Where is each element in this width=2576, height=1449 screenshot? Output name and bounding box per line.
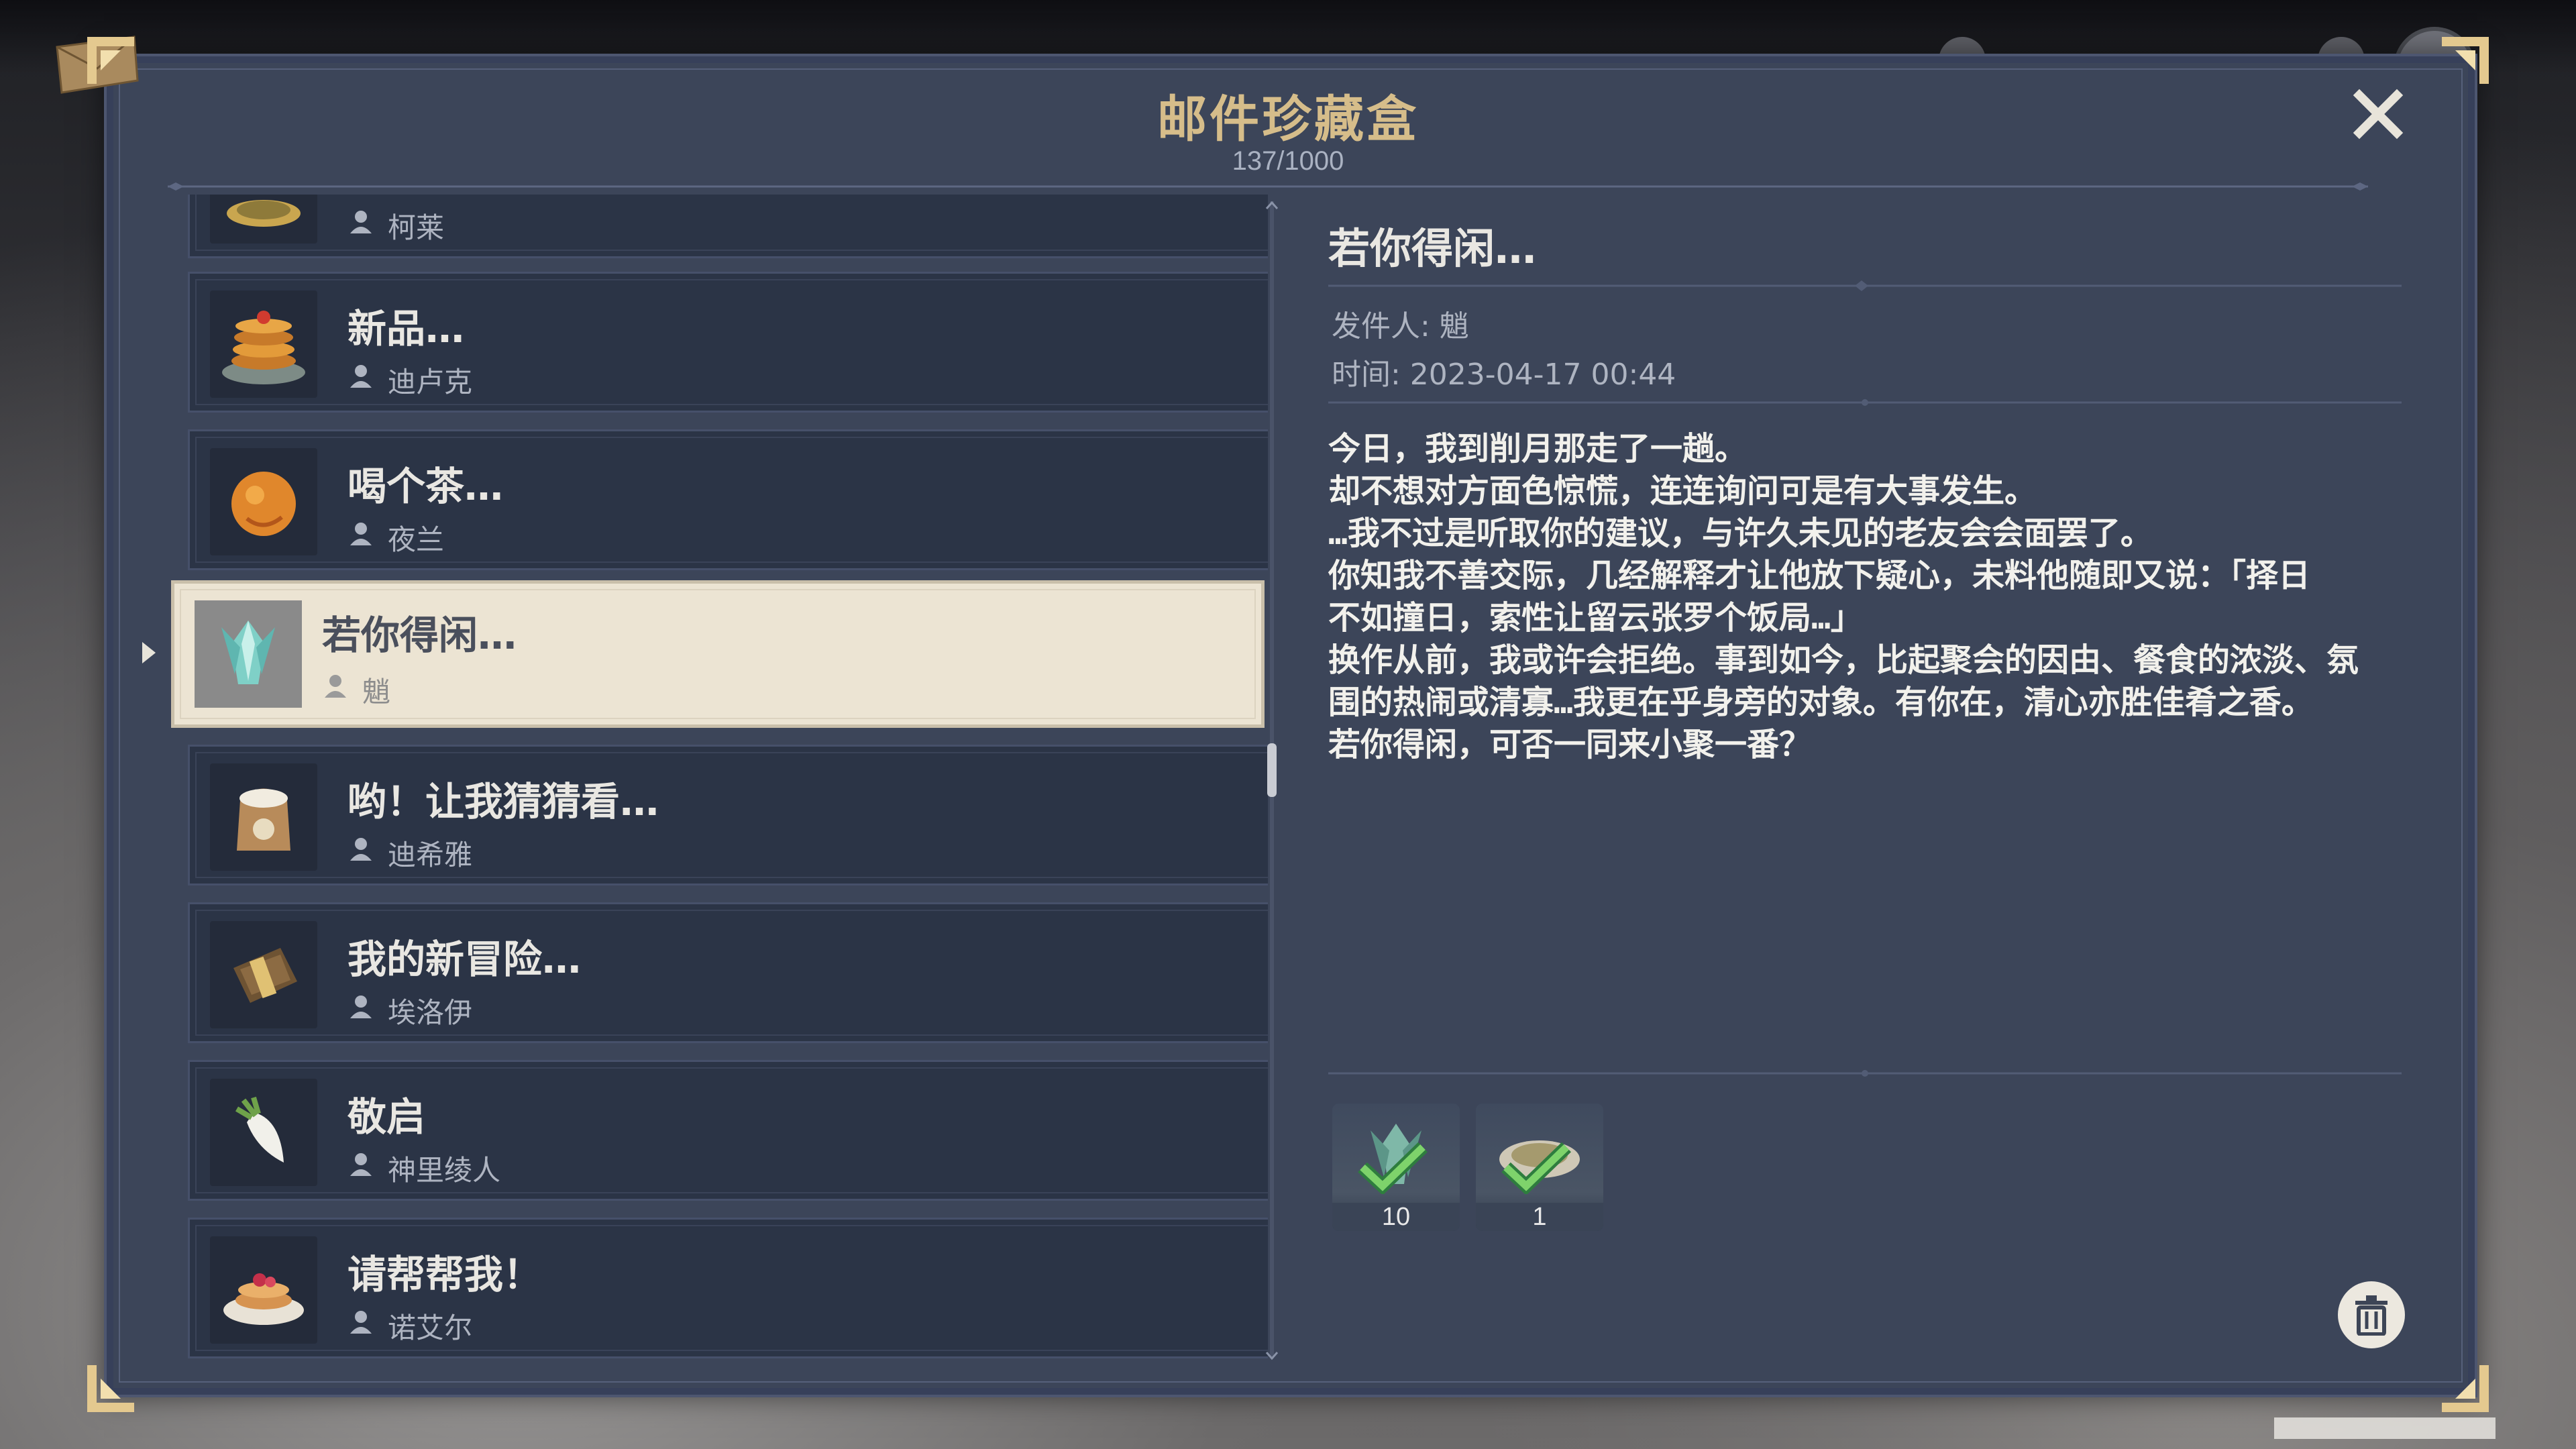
person-icon [350, 365, 372, 388]
corner-ornament [2442, 1365, 2489, 1412]
food-dish-icon [210, 195, 317, 244]
mail-subject: 我的新冒险… [347, 936, 582, 982]
mail-sender: 迪卢克 [388, 366, 473, 398]
selection-arrow-icon [142, 642, 156, 663]
close-button[interactable] [2351, 87, 2405, 141]
chevron-down-icon [1265, 1352, 1279, 1360]
mail-list-item[interactable]: 请帮帮我！ 诺艾尔 新 [188, 1218, 1268, 1358]
header-divider [168, 182, 2368, 191]
reward-quantity: 1 [1476, 1203, 1603, 1231]
window-title: 邮件珍藏盒 [1157, 91, 1419, 148]
mail-count: 137/1000 [1232, 146, 1344, 176]
claimed-check-icon [1358, 1142, 1428, 1194]
mail-list-item-selected[interactable]: 若你得闲… 魈 [171, 580, 1265, 728]
mail-sender: 魈 [362, 676, 391, 708]
reward-item[interactable]: 10 [1332, 1104, 1460, 1231]
detail-divider [1328, 1070, 2402, 1077]
mail-sender: 神里绫人 [388, 1154, 501, 1187]
flour-sack-icon [210, 763, 317, 871]
cake-plate-icon [210, 1236, 317, 1344]
mail-list[interactable]: 柯莱 新品… 迪卢克 新 [168, 195, 1268, 1365]
mail-list-item[interactable]: 我的新冒险… 埃洛伊 [188, 902, 1268, 1043]
mail-sender: 埃洛伊 [388, 996, 473, 1029]
trash-icon [2355, 1295, 2387, 1336]
person-icon [350, 1311, 372, 1334]
chevron-up-icon [1265, 201, 1279, 209]
mail-subject: 新品… [347, 306, 465, 352]
mail-subject: 若你得闲… [322, 612, 517, 658]
corner-ornament [87, 37, 134, 84]
mail-sender: 迪希雅 [388, 839, 473, 871]
mail-body-text: 今日，我到削月那走了一趟。 却不想对方面色惊慌，连连询问可是有大事发生。 …我不… [1328, 430, 2359, 763]
mail-list-item[interactable]: 新品… 迪卢克 新 [188, 272, 1268, 413]
mail-detail-sender: 发件人: 魈 [1332, 309, 1469, 343]
person-icon [325, 675, 346, 698]
mail-sender: 诺艾尔 [388, 1311, 473, 1344]
pancake-stack-icon [210, 290, 317, 398]
mail-detail-panel: 若你得闲… 发件人: 魈 时间: 2023-04-17 00:44 今日，我到削… [1328, 215, 2402, 1355]
mail-list-item[interactable]: 敬启 神里绫人 新 [188, 1060, 1268, 1201]
detail-divider [1328, 399, 2402, 406]
corner-ornament [2442, 37, 2489, 84]
mail-detail-title: 若你得闲… [1328, 224, 1537, 273]
scrollbar-thumb[interactable] [1267, 743, 1277, 797]
mail-list-scrollbar[interactable] [1265, 201, 1279, 1360]
delete-mail-button[interactable] [2338, 1281, 2405, 1348]
mail-list-item[interactable]: 柯莱 [188, 195, 1268, 258]
detail-divider [1328, 280, 2402, 291]
mail-list-item[interactable]: 哟！让我猜猜看… 迪希雅 新 [188, 745, 1268, 885]
radish-icon [210, 1079, 317, 1186]
person-icon [350, 523, 372, 545]
person-icon [350, 211, 372, 233]
mail-detail-time: 时间: 2023-04-17 00:44 [1332, 358, 1676, 392]
orange-fruit-icon [210, 448, 317, 555]
reward-quantity: 10 [1332, 1203, 1460, 1231]
close-icon [2353, 89, 2404, 140]
mail-subject: 喝个茶… [347, 464, 504, 509]
wooden-crate-icon [210, 921, 317, 1028]
mail-sender: 柯莱 [388, 211, 445, 244]
person-icon [350, 838, 372, 861]
mail-subject: 请帮帮我！ [347, 1252, 543, 1297]
crystal-flower-icon [195, 600, 302, 708]
reward-item[interactable]: 1 [1476, 1104, 1603, 1231]
claimed-check-icon [1501, 1142, 1571, 1194]
bottom-hud-bar [2274, 1417, 2496, 1439]
mail-subject: 哟！让我猜猜看… [347, 779, 659, 824]
person-icon [350, 1153, 372, 1176]
mail-sender: 夜兰 [388, 523, 445, 556]
corner-ornament [87, 1365, 134, 1412]
person-icon [350, 996, 372, 1018]
game-screen: 邮件珍藏盒 137/1000 柯莱 新品… 迪卢克 喝个茶… 夜兰 若你得闲… … [0, 0, 2576, 1449]
mail-subject: 敬启 [347, 1094, 426, 1140]
mail-list-item[interactable]: 喝个茶… 夜兰 [188, 429, 1268, 570]
